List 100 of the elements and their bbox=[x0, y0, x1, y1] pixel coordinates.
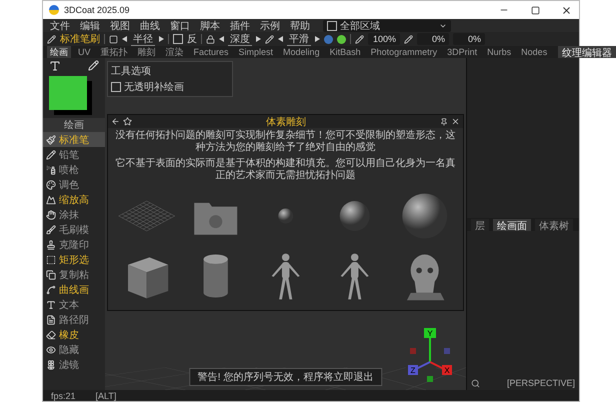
room-tab[interactable]: 雕刻 bbox=[134, 46, 159, 58]
hand-icon bbox=[46, 210, 56, 220]
brush-name: 标准笔刷 bbox=[60, 32, 100, 46]
curve-icon bbox=[46, 284, 56, 294]
lock-icon[interactable] bbox=[206, 34, 215, 44]
tool-item[interactable]: 文本 bbox=[43, 297, 105, 312]
tool-item[interactable]: 涂抹 bbox=[43, 207, 105, 222]
folder-icon[interactable] bbox=[194, 202, 238, 235]
color-swatch[interactable] bbox=[49, 76, 87, 110]
flower-icon bbox=[46, 360, 56, 370]
eye-icon bbox=[46, 344, 56, 354]
tool-item[interactable]: 滤镜 bbox=[43, 357, 105, 372]
eraser-icon bbox=[46, 330, 56, 340]
pencil-icon bbox=[47, 34, 56, 44]
value-field[interactable]: 0% bbox=[417, 33, 449, 45]
figure-drawing[interactable] bbox=[340, 254, 369, 300]
sphere-drawing[interactable] bbox=[278, 208, 293, 224]
tool-item[interactable]: 隐藏 bbox=[43, 342, 105, 357]
panel-tab[interactable]: 体素树 bbox=[535, 218, 573, 230]
cylinder-drawing[interactable] bbox=[204, 254, 228, 298]
left-arrow-icon[interactable] bbox=[278, 36, 283, 42]
pencil-icon[interactable] bbox=[88, 60, 99, 71]
copy-icon bbox=[46, 270, 56, 280]
value-field[interactable]: 0% bbox=[453, 33, 485, 45]
panel-tab[interactable]: 绘画面 bbox=[493, 218, 531, 230]
tool-item[interactable]: 曲线画 bbox=[43, 282, 105, 297]
right-arrow-icon[interactable] bbox=[256, 36, 261, 42]
pen-icon[interactable] bbox=[265, 34, 274, 44]
menu-item[interactable]: 视图 bbox=[107, 18, 133, 32]
left-arrow-icon[interactable] bbox=[122, 36, 127, 42]
menu-item[interactable]: 插件 bbox=[227, 18, 253, 32]
tool-item[interactable]: 标准笔 bbox=[43, 132, 105, 147]
sphere-drawing[interactable] bbox=[402, 194, 447, 238]
room-tab[interactable]: Nurbs bbox=[484, 46, 514, 58]
room-tab[interactable]: 重拓扑 bbox=[98, 46, 131, 58]
menu-item[interactable]: 示例 bbox=[257, 18, 283, 32]
tool-item[interactable]: 路径阴 bbox=[43, 312, 105, 327]
room-tab[interactable]: Nodes bbox=[518, 46, 550, 58]
pen-icon[interactable] bbox=[355, 34, 364, 44]
pin-icon[interactable] bbox=[440, 118, 448, 126]
tool-item[interactable]: 喷枪 bbox=[43, 162, 105, 177]
area-dropdown[interactable]: 全部区域 bbox=[323, 20, 451, 32]
dialog-title: 体素雕刻 bbox=[265, 116, 307, 128]
tool-item[interactable]: 橡皮 bbox=[43, 327, 105, 342]
star-icon[interactable] bbox=[123, 117, 132, 126]
panel-tab[interactable]: 层 bbox=[471, 218, 489, 230]
dot-icon[interactable] bbox=[337, 34, 346, 44]
pen-icon[interactable] bbox=[404, 34, 413, 44]
skull-head-drawing[interactable] bbox=[406, 254, 444, 300]
invert-label: 反 bbox=[187, 33, 197, 46]
tool-item[interactable]: 毛刷模 bbox=[43, 222, 105, 237]
right-arrow-icon[interactable] bbox=[315, 36, 320, 42]
room-tab[interactable]: Photogrammetry bbox=[368, 46, 440, 58]
menu-item[interactable]: 曲线 bbox=[137, 18, 163, 32]
axis-label: X bbox=[444, 366, 450, 375]
room-tab[interactable]: Modeling bbox=[280, 46, 323, 58]
tool-item[interactable]: 复制粘 bbox=[43, 267, 105, 282]
tool-item[interactable]: 克隆印 bbox=[43, 237, 105, 252]
right-arrow-icon[interactable] bbox=[159, 36, 164, 42]
menu-item[interactable]: 脚本 bbox=[197, 18, 223, 32]
room-tab[interactable]: Simplest bbox=[236, 46, 276, 58]
tool-item[interactable]: 调色 bbox=[43, 177, 105, 192]
menu-item[interactable]: 文件 bbox=[47, 18, 73, 32]
room-tab[interactable]: 绘画 bbox=[47, 46, 71, 58]
room-tab[interactable]: 渲染 bbox=[162, 46, 187, 58]
menu-item[interactable]: 窗口 bbox=[167, 18, 193, 32]
warning-message: 警告! 您的序列号无效，程序将立即退出 bbox=[188, 368, 382, 386]
description-text: 没有任何拓扑问题的雕刻可实现制作复杂细节！您可不受限制的塑造形态，这种方法为您的雕刻给予了绝对自由的感觉 bbox=[114, 130, 456, 154]
axis-gizmo-drawing[interactable] bbox=[408, 328, 452, 382]
option-checkbox[interactable] bbox=[111, 82, 121, 92]
dashed-square-icon bbox=[46, 254, 56, 264]
panel-tab[interactable]: 纹理编辑器 bbox=[558, 46, 616, 58]
tool-item[interactable]: 缩放高 bbox=[43, 192, 105, 207]
search-icon[interactable] bbox=[471, 378, 480, 388]
document-icon bbox=[46, 314, 56, 324]
sphere-icon[interactable] bbox=[324, 34, 333, 44]
view-mode-label: [PERSPECTIVE] bbox=[506, 378, 575, 388]
modifier-label: [ALT] bbox=[96, 390, 116, 400]
tool-item[interactable]: 矩形选 bbox=[43, 252, 105, 267]
axis-label: Z bbox=[410, 366, 416, 375]
text-icon[interactable] bbox=[49, 60, 61, 72]
menu-item[interactable]: 编辑 bbox=[77, 18, 103, 32]
cube-drawing[interactable] bbox=[128, 257, 168, 298]
opacity-field[interactable]: 100% bbox=[368, 33, 400, 45]
room-tab[interactable]: UV bbox=[75, 46, 94, 58]
menu-item[interactable]: 帮助 bbox=[287, 18, 313, 32]
invert-checkbox[interactable] bbox=[173, 34, 183, 44]
tool-options-title: 工具选项 bbox=[111, 64, 152, 78]
left-arrow-icon[interactable] bbox=[219, 36, 224, 42]
back-icon[interactable] bbox=[111, 117, 120, 126]
brush-icon bbox=[46, 224, 56, 234]
sphere-drawing[interactable] bbox=[340, 201, 370, 231]
room-tab[interactable]: Factures bbox=[190, 46, 232, 58]
room-tab[interactable]: KitBash bbox=[326, 46, 364, 58]
square-icon[interactable] bbox=[109, 34, 118, 44]
figure-drawing[interactable] bbox=[271, 254, 300, 300]
close-icon[interactable] bbox=[451, 117, 460, 126]
tool-item[interactable]: 铅笔 bbox=[43, 147, 105, 162]
room-tab[interactable]: 3DPrint bbox=[444, 46, 480, 58]
description-text: 它不基于表面的实际而是基于体积的构建和填充。您可以用自己化身为一名真正的艺术家而无需担忧拓扑问题 bbox=[114, 158, 456, 182]
